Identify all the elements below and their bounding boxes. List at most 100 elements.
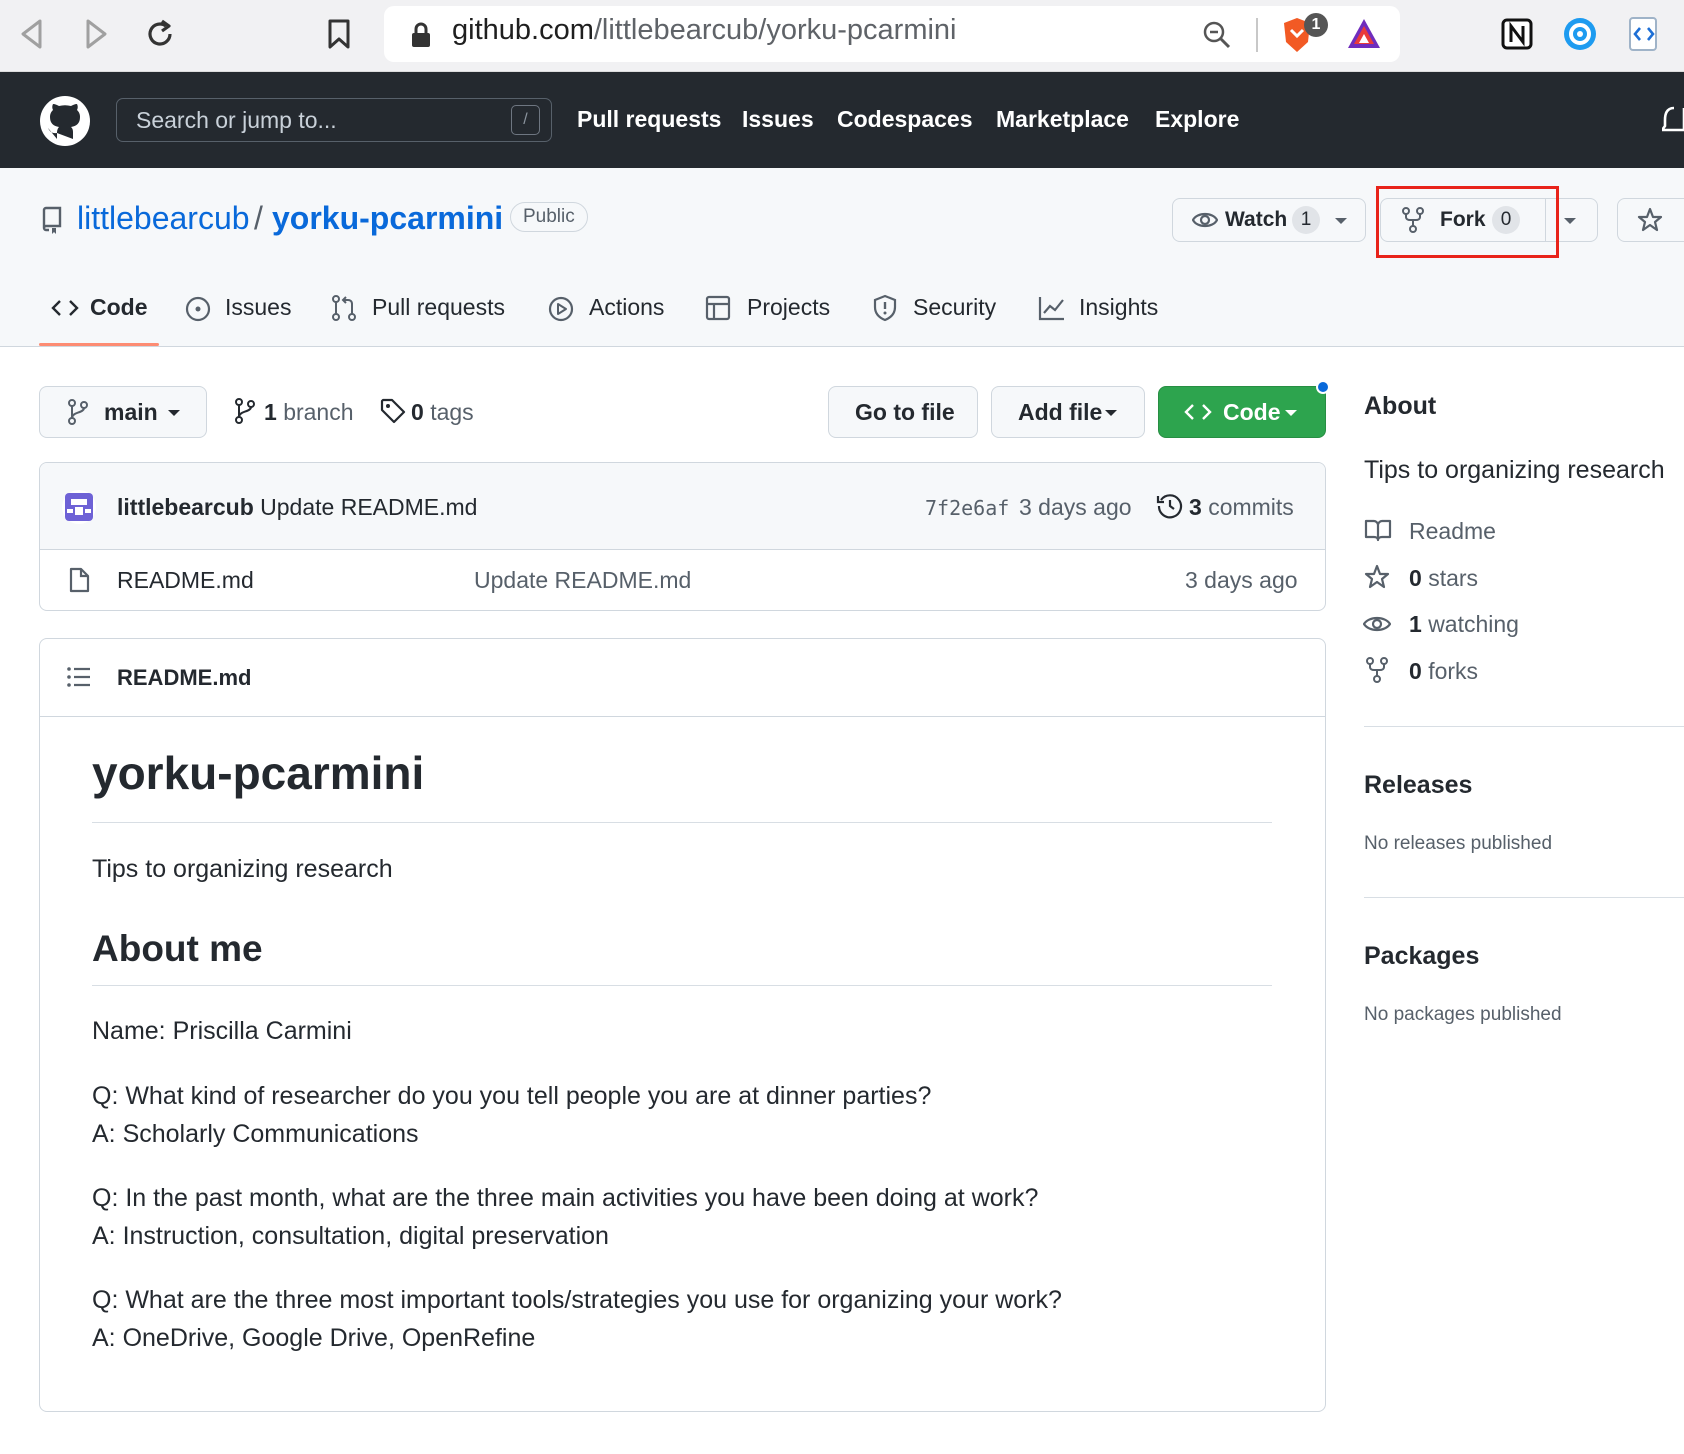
branch-icon xyxy=(67,399,89,425)
go-to-file-label: Go to file xyxy=(855,399,955,425)
watch-label: Watch xyxy=(1225,208,1288,231)
code-extension-icon[interactable] xyxy=(1626,16,1662,52)
forks-label: forks xyxy=(1428,658,1479,684)
commit-message[interactable]: Update README.md xyxy=(260,494,477,520)
back-icon[interactable] xyxy=(18,18,46,50)
nav-codespaces[interactable]: Codespaces xyxy=(837,106,973,133)
code-button-notification-dot xyxy=(1316,380,1330,394)
tab-actions[interactable]: Actions xyxy=(589,294,664,321)
readme-section-heading: About me xyxy=(92,928,263,969)
repo-name-link[interactable]: yorku-pcarmini xyxy=(272,200,503,237)
tags-link[interactable]: 0 tags xyxy=(411,399,474,426)
readme-question-3: Q: What are the three most important too… xyxy=(92,1286,1062,1314)
readme-name-line: Name: Priscilla Carmini xyxy=(92,1017,352,1045)
releases-heading[interactable]: Releases xyxy=(1364,771,1472,800)
reload-icon[interactable] xyxy=(144,18,176,50)
notion-extension-icon[interactable] xyxy=(1500,17,1534,51)
repo-owner-link[interactable]: littlebearcub xyxy=(77,200,250,237)
branches-link[interactable]: 1 branch xyxy=(264,399,354,426)
extension-badge: 1 xyxy=(1304,13,1328,37)
readme-tagline: Tips to organizing research xyxy=(92,855,393,883)
bookmark-icon[interactable] xyxy=(326,18,352,50)
forks-link[interactable]: 0 forks xyxy=(1409,658,1478,685)
branch-name: main xyxy=(104,399,158,425)
pull-requests-tab-icon xyxy=(331,294,357,322)
readme-question-1: Q: What kind of researcher do you you te… xyxy=(92,1082,932,1110)
branch-label: branch xyxy=(283,399,354,425)
commits-link[interactable]: 3 commits xyxy=(1189,494,1294,521)
commits-label: commits xyxy=(1208,494,1294,520)
about-heading: About xyxy=(1364,392,1437,420)
fork-caret-icon[interactable] xyxy=(1563,216,1577,226)
actions-tab-icon xyxy=(547,295,575,323)
tab-security[interactable]: Security xyxy=(913,294,996,321)
watch-caret-icon[interactable] xyxy=(1334,216,1348,226)
brave-rewards-icon[interactable] xyxy=(1346,16,1382,52)
tag-icon xyxy=(380,398,406,424)
file-commit-message[interactable]: Update README.md xyxy=(474,567,691,594)
url-host: github.com xyxy=(452,14,594,46)
at-sign-extension-icon[interactable] xyxy=(1562,16,1598,52)
star-icon xyxy=(1637,207,1663,233)
avatar[interactable] xyxy=(62,490,96,524)
stars-link[interactable]: 0 stars xyxy=(1409,565,1478,592)
tab-issues[interactable]: Issues xyxy=(225,294,291,321)
tab-code[interactable]: Code xyxy=(90,294,148,321)
search-placeholder: Search or jump to... xyxy=(136,107,337,133)
readme-title: yorku-pcarmini xyxy=(92,747,425,799)
code-button-caret-icon xyxy=(1284,408,1298,418)
readme-answer-1: A: Scholarly Communications xyxy=(92,1120,419,1148)
active-tab-underline xyxy=(39,343,159,346)
readme-question-2: Q: In the past month, what are the three… xyxy=(92,1184,1039,1212)
branches-icon xyxy=(234,398,256,424)
tab-projects[interactable]: Projects xyxy=(747,294,830,321)
readme-title-rule xyxy=(92,822,1272,823)
repo-icon xyxy=(41,206,63,234)
code-button-label: Code xyxy=(1223,399,1281,425)
history-icon xyxy=(1156,492,1184,520)
url-text[interactable]: github.com/littlebearcub/yorku-pcarmini xyxy=(452,14,957,47)
readme-file-title: README.md xyxy=(117,665,252,690)
file-name-link[interactable]: README.md xyxy=(117,567,254,594)
readme-link[interactable]: Readme xyxy=(1409,518,1496,545)
releases-empty: No releases published xyxy=(1364,833,1553,854)
commits-count: 3 xyxy=(1189,494,1202,520)
projects-tab-icon xyxy=(705,295,731,321)
packages-heading[interactable]: Packages xyxy=(1364,942,1479,971)
watching-count: 1 xyxy=(1409,611,1422,637)
commit-author[interactable]: littlebearcub xyxy=(117,494,254,520)
forks-icon xyxy=(1366,657,1388,683)
insights-graph-icon xyxy=(1038,295,1066,321)
github-logo-icon[interactable] xyxy=(39,95,91,147)
readme-answer-3: A: OneDrive, Google Drive, OpenRefine xyxy=(92,1324,536,1352)
nav-issues[interactable]: Issues xyxy=(742,106,814,133)
notifications-bell-icon[interactable] xyxy=(1662,104,1684,138)
tags-count: 0 xyxy=(411,399,424,425)
search-shortcut-hint: / xyxy=(511,105,540,135)
url-divider xyxy=(1256,18,1258,52)
readme-answer-2: A: Instruction, consultation, digital pr… xyxy=(92,1222,609,1250)
repo-path-separator: / xyxy=(254,200,263,236)
zoom-icon[interactable] xyxy=(1202,20,1232,50)
branch-caret-icon xyxy=(167,408,181,418)
stars-count: 0 xyxy=(1409,565,1422,591)
nav-pull-requests[interactable]: Pull requests xyxy=(577,106,721,133)
lock-icon xyxy=(410,22,432,48)
packages-empty: No packages published xyxy=(1364,1004,1562,1025)
nav-marketplace[interactable]: Marketplace xyxy=(996,106,1129,133)
tab-insights[interactable]: Insights xyxy=(1079,294,1158,321)
shield-icon xyxy=(873,294,897,322)
watching-label: watching xyxy=(1428,611,1519,637)
file-icon xyxy=(68,566,90,594)
tab-pull-requests[interactable]: Pull requests xyxy=(372,294,505,321)
readme-header-divider xyxy=(40,716,1325,717)
watching-link[interactable]: 1 watching xyxy=(1409,611,1519,638)
sidebar-divider-1 xyxy=(1364,726,1684,727)
watching-eye-icon xyxy=(1363,613,1391,635)
outline-list-icon[interactable] xyxy=(66,666,92,688)
forward-icon[interactable] xyxy=(82,18,110,50)
commit-sha[interactable]: 7f2e6af xyxy=(925,496,1009,520)
visibility-badge: Public xyxy=(510,202,588,232)
sidebar-divider-2 xyxy=(1364,897,1684,898)
nav-explore[interactable]: Explore xyxy=(1155,106,1239,133)
